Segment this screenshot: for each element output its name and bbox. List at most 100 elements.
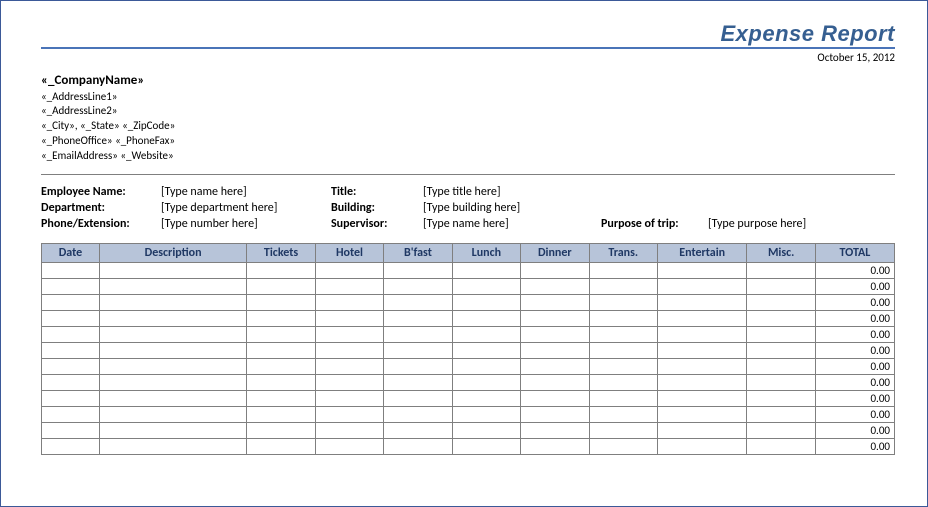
company-name[interactable]: «_CompanyName» bbox=[41, 72, 895, 90]
cell[interactable] bbox=[384, 358, 452, 374]
cell[interactable] bbox=[521, 294, 589, 310]
cell[interactable] bbox=[42, 358, 100, 374]
cell[interactable] bbox=[521, 358, 589, 374]
cell[interactable] bbox=[657, 406, 747, 422]
cell[interactable] bbox=[589, 438, 657, 454]
cell-total[interactable]: 0.00 bbox=[815, 262, 894, 278]
cell[interactable] bbox=[747, 326, 815, 342]
cell-total[interactable]: 0.00 bbox=[815, 326, 894, 342]
cell[interactable] bbox=[247, 326, 315, 342]
cell[interactable] bbox=[42, 438, 100, 454]
cell[interactable] bbox=[657, 422, 747, 438]
cell[interactable] bbox=[315, 358, 383, 374]
cell[interactable] bbox=[657, 294, 747, 310]
cell[interactable] bbox=[747, 278, 815, 294]
cell-total[interactable]: 0.00 bbox=[815, 294, 894, 310]
cell[interactable] bbox=[315, 310, 383, 326]
cell[interactable] bbox=[384, 406, 452, 422]
cell[interactable] bbox=[247, 342, 315, 358]
cell-total[interactable]: 0.00 bbox=[815, 374, 894, 390]
cell[interactable] bbox=[315, 438, 383, 454]
cell[interactable] bbox=[589, 310, 657, 326]
cell[interactable] bbox=[452, 310, 520, 326]
cell[interactable] bbox=[42, 342, 100, 358]
cell[interactable] bbox=[99, 278, 246, 294]
cell[interactable] bbox=[247, 358, 315, 374]
cell[interactable] bbox=[747, 358, 815, 374]
cell[interactable] bbox=[42, 326, 100, 342]
cell[interactable] bbox=[247, 262, 315, 278]
cell[interactable] bbox=[452, 390, 520, 406]
cell[interactable] bbox=[42, 262, 100, 278]
cell[interactable] bbox=[99, 342, 246, 358]
cell-total[interactable]: 0.00 bbox=[815, 278, 894, 294]
cell[interactable] bbox=[747, 294, 815, 310]
cell[interactable] bbox=[589, 390, 657, 406]
cell[interactable] bbox=[521, 390, 589, 406]
cell[interactable] bbox=[657, 342, 747, 358]
cell[interactable] bbox=[589, 342, 657, 358]
cell[interactable] bbox=[589, 294, 657, 310]
cell-total[interactable]: 0.00 bbox=[815, 342, 894, 358]
cell[interactable] bbox=[99, 406, 246, 422]
cell[interactable] bbox=[384, 278, 452, 294]
cell[interactable] bbox=[452, 326, 520, 342]
cell[interactable] bbox=[521, 326, 589, 342]
cell[interactable] bbox=[657, 374, 747, 390]
cell[interactable] bbox=[99, 294, 246, 310]
cell[interactable] bbox=[589, 422, 657, 438]
cell[interactable] bbox=[315, 326, 383, 342]
cell-total[interactable]: 0.00 bbox=[815, 422, 894, 438]
cell[interactable] bbox=[452, 438, 520, 454]
cell[interactable] bbox=[384, 310, 452, 326]
cell[interactable] bbox=[384, 262, 452, 278]
cell[interactable] bbox=[657, 358, 747, 374]
cell[interactable] bbox=[247, 438, 315, 454]
cell[interactable] bbox=[657, 438, 747, 454]
department-field[interactable]: [Type department here] bbox=[161, 201, 277, 215]
cell[interactable] bbox=[247, 294, 315, 310]
cell[interactable] bbox=[747, 374, 815, 390]
cell[interactable] bbox=[452, 262, 520, 278]
cell[interactable] bbox=[315, 422, 383, 438]
cell[interactable] bbox=[452, 294, 520, 310]
cell[interactable] bbox=[42, 406, 100, 422]
cell[interactable] bbox=[589, 262, 657, 278]
cell-total[interactable]: 0.00 bbox=[815, 310, 894, 326]
cell[interactable] bbox=[42, 278, 100, 294]
cell[interactable] bbox=[747, 310, 815, 326]
purpose-field[interactable]: [Type purpose here] bbox=[708, 217, 806, 231]
company-email-web[interactable]: «_EmailAddress» «_Website» bbox=[41, 149, 895, 164]
company-phones[interactable]: «_PhoneOffice» «_PhoneFax» bbox=[41, 134, 895, 149]
cell[interactable] bbox=[452, 422, 520, 438]
cell[interactable] bbox=[589, 358, 657, 374]
cell[interactable] bbox=[42, 422, 100, 438]
cell[interactable] bbox=[315, 262, 383, 278]
cell[interactable] bbox=[452, 374, 520, 390]
title-field[interactable]: [Type title here] bbox=[423, 185, 501, 199]
cell[interactable] bbox=[589, 406, 657, 422]
cell[interactable] bbox=[384, 342, 452, 358]
cell[interactable] bbox=[384, 374, 452, 390]
cell[interactable] bbox=[99, 438, 246, 454]
cell[interactable] bbox=[452, 406, 520, 422]
phone-field[interactable]: [Type number here] bbox=[161, 217, 258, 231]
cell[interactable] bbox=[247, 422, 315, 438]
cell[interactable] bbox=[747, 342, 815, 358]
cell[interactable] bbox=[247, 406, 315, 422]
cell[interactable] bbox=[452, 358, 520, 374]
cell[interactable] bbox=[42, 294, 100, 310]
cell[interactable] bbox=[247, 310, 315, 326]
cell[interactable] bbox=[384, 422, 452, 438]
cell[interactable] bbox=[247, 374, 315, 390]
cell[interactable] bbox=[99, 326, 246, 342]
cell-total[interactable]: 0.00 bbox=[815, 406, 894, 422]
cell[interactable] bbox=[747, 422, 815, 438]
cell-total[interactable]: 0.00 bbox=[815, 438, 894, 454]
cell[interactable] bbox=[384, 390, 452, 406]
cell[interactable] bbox=[589, 278, 657, 294]
cell[interactable] bbox=[521, 406, 589, 422]
cell[interactable] bbox=[99, 422, 246, 438]
cell[interactable] bbox=[657, 278, 747, 294]
building-field[interactable]: [Type building here] bbox=[423, 201, 520, 215]
